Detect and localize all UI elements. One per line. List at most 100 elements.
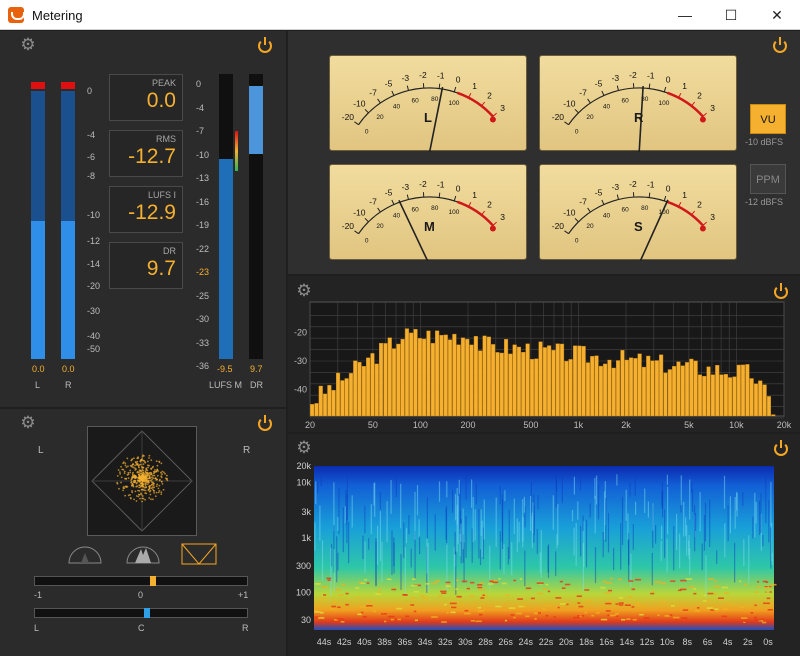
level-meter-panel: ⚙ 0.0 0.0 L R 0 -4 -6 -8 -10 -12 -14 -20 -30 -40-…: [0, 31, 286, 407]
power-icon[interactable]: [258, 415, 272, 431]
spectrogram-streak: [644, 488, 646, 513]
gear-icon[interactable]: ⚙: [20, 415, 36, 432]
spectrogram-blob: [703, 594, 707, 597]
spectrogram-blob: [697, 607, 700, 609]
spectrogram-blob: [670, 605, 675, 607]
spectrogram-blob: [712, 593, 718, 595]
polar-scope-icon[interactable]: [125, 543, 161, 565]
spectrum-bar: [344, 378, 349, 417]
spectrum-bar: [396, 343, 401, 417]
spectrogram-blob: [330, 608, 335, 610]
spectrogram-streak: [410, 548, 412, 568]
spectrum-bar: [771, 414, 776, 417]
vu-percent-label: 40: [603, 103, 611, 110]
gonio-dot: [144, 492, 147, 494]
spectrum-bar: [391, 348, 397, 417]
spectrogram-x-label: 20s: [559, 637, 574, 647]
vu-tick: [377, 207, 381, 213]
spectrogram-streak: [418, 519, 420, 538]
gonio-dot: [141, 465, 143, 468]
gonio-dot: [158, 484, 161, 487]
gonio-dot: [154, 469, 156, 471]
gonio-dot: [150, 498, 152, 501]
spectrogram-blob: [340, 621, 345, 623]
spectrogram-blob: [682, 602, 685, 605]
lissajous-scope-icon[interactable]: [181, 543, 217, 565]
spectrogram-streak: [536, 528, 538, 554]
vu-percent-label: 20: [376, 223, 384, 230]
spectrogram-streak: [607, 512, 610, 553]
spectrogram-streak: [336, 536, 338, 583]
spectrogram-blob: [706, 600, 711, 603]
spectrogram-streak: [661, 525, 663, 540]
spectrogram-blob: [377, 591, 381, 593]
spectrogram-streak: [573, 527, 575, 556]
spectrogram-blob: [505, 594, 510, 597]
spectrogram-blob: [718, 597, 724, 599]
spectrogram-blob: [438, 595, 443, 597]
spectrum-bar: [486, 336, 491, 417]
spectrogram-blob: [523, 605, 527, 608]
vu-tick-label: 3: [500, 212, 505, 222]
spectrogram-streak: [604, 491, 606, 540]
spectrum-bar: [758, 380, 763, 417]
vu-percent-label: 40: [393, 103, 401, 110]
spectrogram-blob: [553, 616, 556, 618]
gonio-dot: [153, 486, 156, 489]
lufs-readout: LUFS I -12.9: [109, 186, 183, 233]
spectrogram-streak: [404, 547, 406, 595]
gonio-dot: [152, 484, 155, 487]
spectrogram-blob: [754, 591, 759, 593]
spectrum-bar: [590, 356, 595, 417]
spectrogram-blob: [403, 594, 408, 596]
vu-tick: [406, 194, 409, 200]
gonio-dot: [138, 464, 141, 466]
spectrogram-streak: [582, 515, 584, 531]
vu-mode-button[interactable]: VU: [750, 104, 786, 134]
spectrogram-blob: [359, 606, 367, 608]
spectrogram-streak: [692, 489, 694, 512]
spectrogram-blob: [420, 594, 425, 597]
vu-tick: [481, 101, 486, 107]
ppm-mode-button[interactable]: PPM: [750, 164, 786, 194]
spectrogram-blob: [321, 586, 328, 588]
spectrum-bar: [633, 358, 638, 417]
vu-peak-led: [699, 116, 706, 123]
maximize-button[interactable]: ☐: [708, 0, 754, 30]
spectrogram-x-label: 4s: [723, 637, 733, 647]
power-icon[interactable]: [258, 37, 272, 53]
spectrogram-blob: [636, 604, 644, 607]
gonio-dot: [116, 481, 118, 484]
spectrogram-streak: [580, 525, 582, 557]
vu-tick-label: -1: [437, 180, 445, 190]
spectrogram-blob: [425, 583, 430, 585]
gonio-dot: [156, 478, 158, 481]
gonio-dot: [137, 489, 139, 492]
vu-tick-label: -20: [552, 221, 565, 231]
spectrogram-streak: [666, 538, 668, 573]
vu-percent-label: 0: [575, 237, 579, 244]
gonio-dot: [160, 493, 163, 495]
minimize-button[interactable]: —: [662, 0, 708, 30]
spectrogram-blob: [688, 586, 694, 588]
spectrogram-blob: [431, 582, 438, 585]
gonio-dot: [147, 472, 150, 475]
spectrogram-streak: [502, 499, 504, 549]
gear-icon[interactable]: ⚙: [20, 37, 36, 54]
spectrogram-blob: [513, 579, 517, 582]
spectrogram-streak: [524, 550, 526, 587]
gonio-dot: [130, 481, 132, 484]
spectrum-bar: [693, 360, 698, 417]
close-button[interactable]: ✕: [754, 0, 800, 30]
gonio-dot: [131, 484, 133, 487]
spectrogram-streak: [518, 521, 520, 543]
power-icon[interactable]: [773, 37, 787, 53]
spectrogram-streak: [346, 475, 348, 521]
half-circle-scope-icon[interactable]: [67, 543, 103, 565]
spectrum-bar: [439, 335, 444, 417]
gonio-dot: [147, 479, 149, 482]
spectrogram-streak: [454, 531, 456, 555]
spectrum-bar: [650, 360, 655, 417]
lufs-m-meter: [219, 74, 233, 359]
vu-tick-label: -5: [385, 188, 393, 198]
